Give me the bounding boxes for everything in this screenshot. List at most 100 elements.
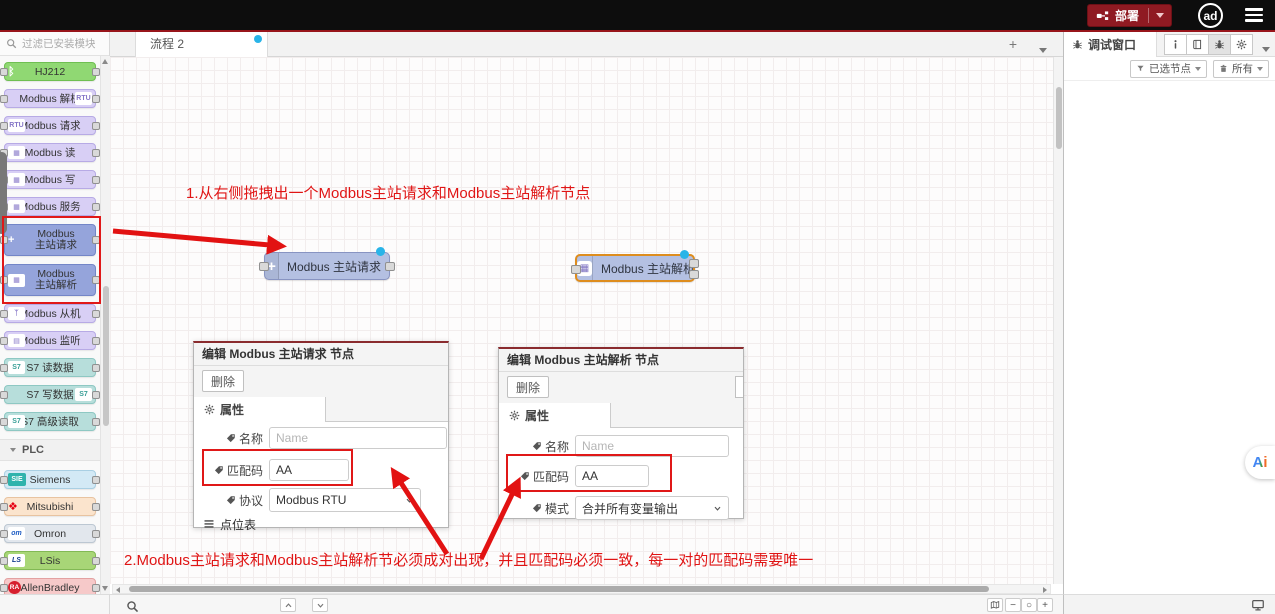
palette-node-label: Omron: [34, 528, 66, 540]
main-menu-button[interactable]: [1245, 8, 1263, 25]
palette-node-siemens[interactable]: SIESiemens: [4, 470, 96, 489]
name-input[interactable]: [269, 427, 447, 449]
scroll-down-arrow[interactable]: [102, 586, 108, 591]
gear-icon: [509, 410, 520, 421]
ai-assistant-button[interactable]: Ai: [1245, 446, 1275, 479]
node-port: [0, 364, 8, 372]
palette-node-modbus-parse[interactable]: RTUModbus 解析: [4, 89, 96, 108]
palette-section-plc[interactable]: PLC: [0, 439, 100, 461]
deploy-options-caret[interactable]: [1156, 13, 1164, 18]
palette-node-s7-read[interactable]: S7S7 读数据: [4, 358, 96, 377]
info-button[interactable]: [1164, 34, 1187, 55]
palette-node-modbus-read[interactable]: ▦Modbus 读: [4, 143, 96, 162]
name-input[interactable]: [575, 435, 729, 457]
node-port: [92, 557, 100, 565]
deploy-button[interactable]: 部署: [1087, 4, 1172, 27]
palette-node-label: Modbus 从机: [19, 306, 80, 321]
node-port: [92, 149, 100, 157]
tab-properties[interactable]: 属性: [194, 397, 326, 422]
tab-label: 属性: [220, 401, 244, 418]
palette-node-allen-bradley[interactable]: RAAllenBradley: [4, 578, 96, 594]
palette-node-hj212[interactable]: ᛒHJ212: [4, 62, 96, 81]
tab-properties[interactable]: 属性: [499, 403, 611, 428]
collapse-down-button[interactable]: [312, 598, 328, 612]
search-flows-button[interactable]: [126, 598, 139, 611]
changed-indicator: [680, 250, 689, 259]
mode-select[interactable]: 合并所有变量输出: [575, 496, 729, 520]
zoom-reset-button[interactable]: ○: [1021, 598, 1037, 612]
palette-node-modbus-slave[interactable]: ᛉModbus 从机: [4, 304, 96, 323]
bug-icon: [1214, 39, 1225, 50]
palette-node-modbus-master-parse[interactable]: ▦Modbus主站解析: [4, 264, 96, 296]
node-icon: +: [8, 234, 14, 246]
flow-node-modbus-master-request[interactable]: +Modbus 主站请求: [264, 252, 390, 280]
input-port[interactable]: [571, 265, 581, 274]
collapse-up-button[interactable]: [280, 598, 296, 612]
search-icon: [126, 600, 139, 613]
deploy-label: 部署: [1115, 7, 1139, 24]
canvas-vertical-scrollbar[interactable]: [1053, 57, 1063, 584]
field-row-name: 名称: [509, 434, 729, 458]
output-port-2[interactable]: [689, 270, 699, 279]
palette-node-s7-write[interactable]: S7S7 写数据: [4, 385, 96, 404]
protocol-select[interactable]: Modbus RTU: [269, 488, 421, 512]
clear-messages-button[interactable]: 所有: [1213, 60, 1269, 78]
avatar[interactable]: ad: [1198, 3, 1223, 28]
scroll-left-arrow[interactable]: [116, 587, 120, 593]
flow-node-modbus-master-parse[interactable]: ▦Modbus 主站解析: [575, 254, 695, 282]
node-port: [92, 364, 100, 372]
node-port: [92, 176, 100, 184]
scroll-up-arrow[interactable]: [102, 59, 108, 64]
palette-node-modbus-write[interactable]: ▦Modbus 写: [4, 170, 96, 189]
palette-node-mitsubishi[interactable]: ❖Mitsubishi: [4, 497, 96, 516]
scrollbar-thumb[interactable]: [1056, 87, 1062, 149]
grid-icon: ▦: [8, 146, 25, 159]
zoom-out-button[interactable]: −: [1005, 598, 1021, 612]
tab-label: 属性: [525, 407, 549, 424]
add-flow-button[interactable]: +: [1003, 35, 1023, 54]
palette-node-modbus-server[interactable]: ▦Modbus 服务: [4, 197, 96, 216]
dialog-toolbar: 删除: [194, 366, 448, 397]
palette-node-label: Modbus 监听: [19, 333, 80, 348]
chevron-up-icon: [284, 601, 293, 610]
palette-node-s7-adv-read[interactable]: S7S7 高级读取: [4, 412, 96, 431]
config-nodes-button[interactable]: [1230, 34, 1253, 55]
delete-button[interactable]: 删除: [507, 376, 549, 398]
palette-drag-handle[interactable]: [0, 152, 7, 234]
output-port[interactable]: [385, 262, 395, 271]
canvas-horizontal-scrollbar[interactable]: [112, 584, 1051, 594]
sidebar-options-caret[interactable]: [1262, 41, 1270, 55]
node-port: [0, 95, 8, 103]
scrollbar-thumb[interactable]: [129, 586, 989, 592]
dialog-tabs: 属性: [194, 397, 448, 422]
palette-node-modbus-listen[interactable]: ▤Modbus 监听: [4, 331, 96, 350]
palette-search-input[interactable]: [22, 34, 104, 53]
navigator-button[interactable]: [987, 598, 1003, 612]
palette-node-label: Modbus主站解析: [23, 269, 77, 292]
help-button[interactable]: [1186, 34, 1209, 55]
filter-selected-nodes-button[interactable]: 已选节点: [1130, 60, 1207, 78]
input-port[interactable]: [259, 262, 269, 271]
node-label: Modbus 主站解析: [593, 260, 703, 277]
output-port-1[interactable]: [689, 259, 699, 268]
palette-scrollbar[interactable]: [100, 56, 110, 594]
flow-list-caret-button[interactable]: [1039, 42, 1047, 56]
node-port: [92, 122, 100, 130]
sitemap-icon: ᛉ: [8, 307, 25, 320]
tab-debug-window[interactable]: 调试窗口: [1064, 32, 1157, 57]
dialog-title: 编辑 Modbus 主站请求 节点: [194, 343, 448, 366]
palette-item-list: ᛒHJ212RTUModbus 解析RTUModbus 请求▦Modbus 读▦…: [0, 56, 100, 594]
match-code-input[interactable]: [269, 459, 349, 481]
debug-messages-button[interactable]: [1208, 34, 1231, 55]
scrollbar-thumb[interactable]: [103, 286, 109, 426]
palette-node-omron[interactable]: omOmron: [4, 524, 96, 543]
zoom-in-button[interactable]: +: [1037, 598, 1053, 612]
delete-button[interactable]: 删除: [202, 370, 244, 392]
tab-flow-2[interactable]: 流程 2: [135, 32, 268, 57]
palette-node-lsis[interactable]: LSLSis: [4, 551, 96, 570]
debug-filter-row: 已选节点 所有: [1064, 57, 1275, 81]
scroll-right-arrow[interactable]: [1043, 587, 1047, 593]
match-code-input[interactable]: [575, 465, 649, 487]
palette-node-modbus-master-request[interactable]: +Modbus主站请求: [4, 224, 96, 256]
palette-node-modbus-request[interactable]: RTUModbus 请求: [4, 116, 96, 135]
